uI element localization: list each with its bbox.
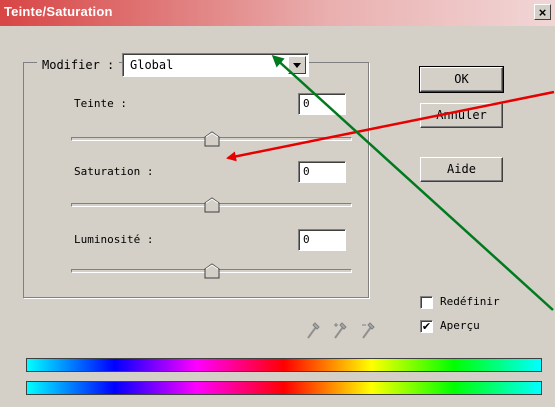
window-title: Teinte/Saturation [4,4,113,19]
eyedropper-plus-icon[interactable] [332,319,348,341]
eyedropper-minus-icon[interactable] [360,319,376,341]
chevron-down-icon[interactable] [288,56,306,74]
cancel-button[interactable]: Annuler [420,103,503,128]
close-icon[interactable]: × [534,4,551,20]
hue-input[interactable]: 0 [298,93,346,115]
input-color-spectrum [26,358,542,372]
eyedropper-icon[interactable] [305,319,321,341]
title-bar: Teinte/Saturation × [0,0,555,26]
hue-saturation-dialog: Teinte/Saturation × Modifier : Global Te… [0,0,555,407]
help-button[interactable]: Aide [420,157,503,182]
lightness-slider-thumb[interactable] [204,263,220,279]
redefine-checkbox[interactable] [420,296,433,309]
hue-label: Teinte : [74,97,127,110]
preview-checkbox[interactable]: ✔ [420,320,433,333]
saturation-slider-thumb[interactable] [204,197,220,213]
preview-label: Aperçu [440,319,480,332]
saturation-label: Saturation : [74,165,154,178]
redefine-label: Redéfinir [440,295,500,308]
hue-slider-thumb[interactable] [204,131,220,147]
lightness-label: Luminosité : [74,233,154,246]
modify-dropdown[interactable]: Global [122,53,309,77]
modify-label: Modifier : [37,58,120,72]
output-color-spectrum [26,381,542,395]
modify-value: Global [130,58,174,72]
saturation-input[interactable]: 0 [298,161,346,183]
lightness-input[interactable]: 0 [298,229,346,251]
ok-button[interactable]: OK [419,66,504,93]
